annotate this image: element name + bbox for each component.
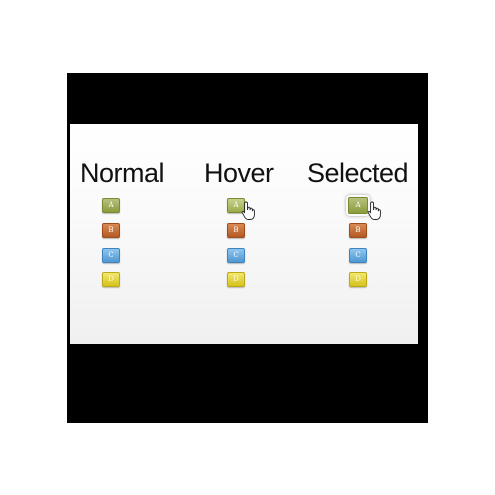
selected-button-d[interactable]: D [349, 272, 367, 287]
hover-button-b[interactable]: B [227, 223, 245, 238]
normal-button-b[interactable]: B [102, 223, 120, 238]
hover-button-d[interactable]: D [227, 272, 245, 287]
heading-normal: Normal [80, 158, 165, 188]
selected-button-c[interactable]: C [349, 248, 367, 263]
hand-pointer-icon [367, 201, 381, 220]
normal-button-d[interactable]: D [102, 272, 120, 287]
hand-pointer-icon [241, 201, 255, 220]
selected-button-a[interactable]: A [348, 197, 368, 214]
normal-button-a[interactable]: A [102, 198, 120, 213]
selected-button-b[interactable]: B [349, 223, 367, 238]
heading-selected: Selected [307, 158, 409, 188]
heading-hover: Hover [204, 158, 274, 188]
hover-button-c[interactable]: C [227, 248, 245, 263]
normal-button-c[interactable]: C [102, 248, 120, 263]
